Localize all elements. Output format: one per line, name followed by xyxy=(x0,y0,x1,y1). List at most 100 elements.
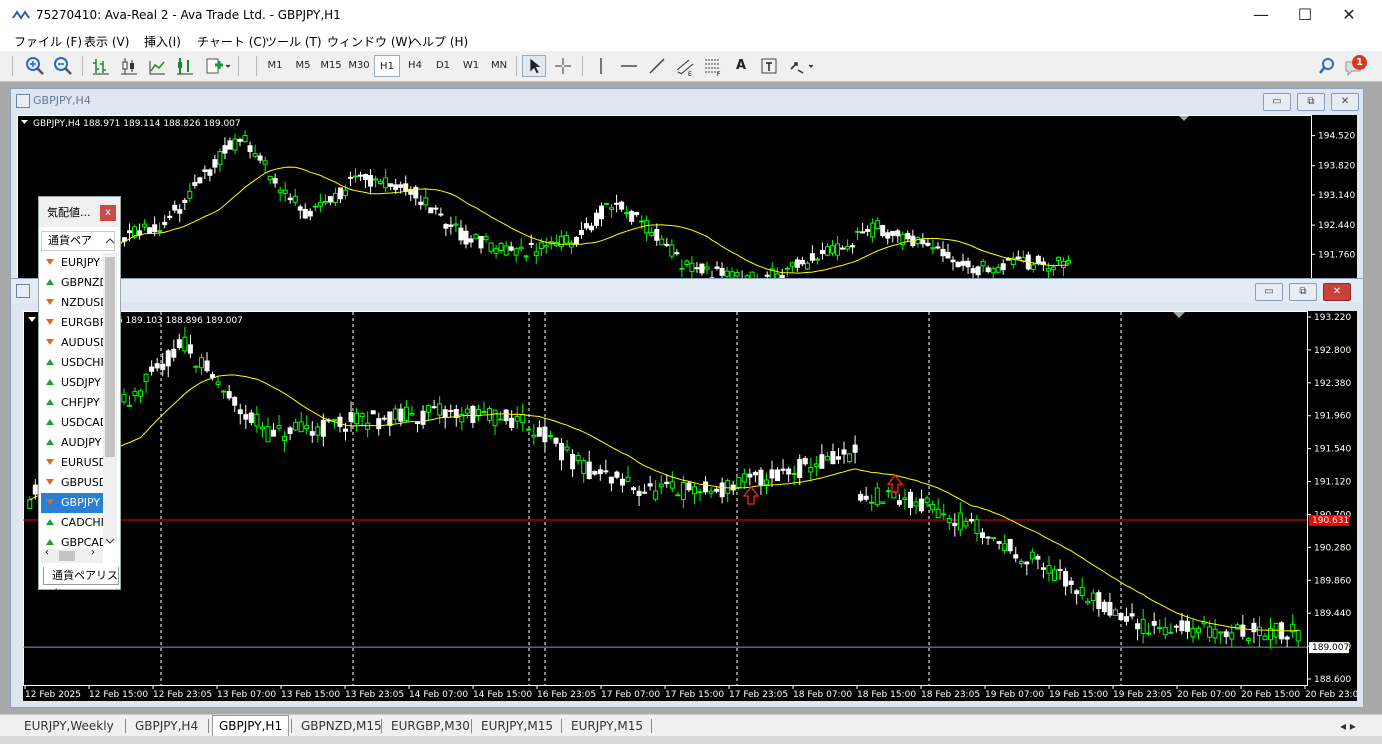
chart-tab[interactable]: EURJPY,M15 xyxy=(475,717,559,735)
chart-restore-button[interactable]: ⧉ xyxy=(1297,93,1325,111)
tab-scroll-buttons[interactable]: ◂ ▸ xyxy=(1334,717,1362,735)
candle-body xyxy=(1085,600,1091,604)
bar-chart-icon[interactable] xyxy=(90,55,112,77)
chart-tab[interactable]: GBPJPY,H1 xyxy=(212,715,290,737)
time-tick-label: 16 Feb 23:05 xyxy=(537,690,596,700)
candle-body xyxy=(370,410,376,415)
vertical-scrollbar[interactable] xyxy=(103,253,117,543)
chart-close-button[interactable]: ✕ xyxy=(1323,283,1351,301)
chart-restore-button[interactable]: ⧉ xyxy=(1289,283,1317,301)
timeframe-mn[interactable]: MN xyxy=(486,55,512,77)
timeframe-w1[interactable]: W1 xyxy=(458,55,484,77)
candle-body xyxy=(478,236,484,249)
arrows-menu-icon[interactable] xyxy=(786,55,818,77)
time-tick-label: 19 Feb 15:00 xyxy=(1049,690,1108,700)
menu-file[interactable]: ファイル (F) xyxy=(14,33,82,50)
chart-plot-h1[interactable]: GBPJPY,H1 188.96 189.103 188.896 189.007… xyxy=(23,311,1364,701)
menu-view[interactable]: 表示 (V) xyxy=(84,33,129,50)
trendline-icon[interactable] xyxy=(646,55,668,77)
timeframe-m15[interactable]: M15 xyxy=(318,55,344,77)
symbol-row[interactable]: NZDUSD xyxy=(41,293,103,313)
chart-tab[interactable]: EURGBP,M30 xyxy=(385,717,476,735)
menu-window[interactable]: ウィンドウ (W) xyxy=(327,33,412,50)
chart-window-h4[interactable]: GBPJPY,H4 ▭ ⧉ ✕ GBPJPY,H4 188.971 189.11… xyxy=(10,88,1364,292)
symbol-row[interactable]: EURGBP xyxy=(41,313,103,333)
sort-up-icon[interactable] xyxy=(103,235,117,247)
menu-insert[interactable]: 挿入(I) xyxy=(144,33,181,50)
scroll-right-icon[interactable]: › xyxy=(91,547,95,558)
candle-body xyxy=(758,469,764,486)
chart-close-button[interactable]: ✕ xyxy=(1331,93,1359,111)
chart-tab[interactable]: GBPJPY,H4 xyxy=(129,717,204,735)
zoom-in-icon[interactable] xyxy=(24,55,46,77)
line-chart-icon[interactable] xyxy=(146,55,168,77)
maximize-button[interactable]: ☐ xyxy=(1282,0,1328,30)
text-label-icon[interactable] xyxy=(758,55,780,77)
timeframe-h4[interactable]: H4 xyxy=(402,55,428,77)
candle-body xyxy=(498,418,504,421)
tab-symbols-list[interactable]: 通貨ペアリスト xyxy=(43,567,119,600)
close-button[interactable]: ✕ xyxy=(1326,0,1372,30)
symbol-row[interactable]: USDCHF xyxy=(41,353,103,373)
timeframe-h1[interactable]: H1 xyxy=(374,55,400,77)
symbol-row[interactable]: EURJPY xyxy=(41,253,103,273)
minimize-button[interactable]: — xyxy=(1238,0,1284,30)
symbol-row[interactable]: GBPJPY xyxy=(41,493,103,513)
horizontal-scrollbar[interactable]: ‹ › xyxy=(41,547,103,563)
chart-tab[interactable]: GBPNZD,M15 xyxy=(295,717,388,735)
zoom-out-icon[interactable] xyxy=(52,55,74,77)
symbol-row[interactable]: EURUSD xyxy=(41,453,103,473)
menu-chart[interactable]: チャート (C) xyxy=(197,33,266,50)
bid-price-label: 189.007 xyxy=(1312,643,1349,653)
symbol-row[interactable]: CADCHF xyxy=(41,513,103,533)
candlestick-icon[interactable] xyxy=(118,55,140,77)
time-tick-label: 17 Feb 23:05 xyxy=(729,690,788,700)
chart-minimize-button[interactable]: ▭ xyxy=(1263,93,1291,111)
symbol-row[interactable]: GBPUSD xyxy=(41,473,103,493)
scroll-down-icon[interactable] xyxy=(103,535,117,547)
horizontal-line-icon[interactable] xyxy=(618,55,640,77)
templates-icon[interactable] xyxy=(204,55,232,77)
fibonacci-icon[interactable]: F xyxy=(702,55,724,77)
chart-minimize-button[interactable]: ▭ xyxy=(1255,283,1283,301)
vertical-line-icon[interactable] xyxy=(590,55,612,77)
symbol-row[interactable]: AUDJPY xyxy=(41,433,103,453)
chart-tab[interactable]: EURJPY,M15 xyxy=(565,717,649,735)
symbol-row[interactable]: USDJPY xyxy=(41,373,103,393)
timeframe-m1[interactable]: M1 xyxy=(262,55,288,77)
text-tool-button[interactable]: A xyxy=(730,55,752,77)
symbol-row[interactable]: CHFJPY xyxy=(41,393,103,413)
candle-body xyxy=(850,245,856,248)
chart-tab[interactable]: EURJPY,Weekly xyxy=(18,717,120,735)
scrollbar-thumb[interactable] xyxy=(59,551,75,561)
candle-body xyxy=(542,426,548,443)
candle-body xyxy=(359,413,365,417)
candle-body xyxy=(243,414,249,420)
crosshair-icon[interactable] xyxy=(552,55,574,77)
price-chart-h4[interactable]: GBPJPY,H4 188.971 189.114 188.826 189.00… xyxy=(17,115,1357,292)
menu-help[interactable]: ヘルプ (H) xyxy=(410,33,468,50)
menu-bar: ファイル (F) 表示 (V) 挿入(I) チャート (C) ツール (T) ウ… xyxy=(0,30,1382,51)
price-chart-h1[interactable]: GBPJPY,H1 188.96 189.103 188.896 189.007… xyxy=(23,311,1364,701)
timeframe-m5[interactable]: M5 xyxy=(290,55,316,77)
chart-plot-h4[interactable]: GBPJPY,H4 188.971 189.114 188.826 189.00… xyxy=(17,115,1357,292)
candle-body xyxy=(547,435,553,438)
scroll-left-icon[interactable]: ‹ xyxy=(45,547,49,558)
symbol-row[interactable]: USDCAD xyxy=(41,413,103,433)
candle-body xyxy=(1295,629,1301,642)
scrollbar-thumb[interactable] xyxy=(105,257,115,457)
notifications-button[interactable]: 1 xyxy=(1344,55,1370,77)
timeframe-d1[interactable]: D1 xyxy=(430,55,456,77)
chart-window-h1[interactable]: ▭ ⧉ ✕ GBPJPY,H1 188.96 189.103 188.896 1… xyxy=(10,278,1364,708)
market-watch-close-button[interactable]: x xyxy=(100,205,116,221)
menu-tools[interactable]: ツール (T) xyxy=(265,33,322,50)
search-icon[interactable] xyxy=(1316,55,1338,77)
symbol-row[interactable]: GBPNZD xyxy=(41,273,103,293)
candle-body xyxy=(1029,551,1035,560)
symbol-name: GBPUSD xyxy=(61,476,103,489)
cursor-icon[interactable] xyxy=(522,55,546,77)
channel-icon[interactable]: E xyxy=(674,55,696,77)
auto-scroll-icon[interactable] xyxy=(174,55,196,77)
timeframe-m30[interactable]: M30 xyxy=(346,55,372,77)
symbol-row[interactable]: AUDUSD xyxy=(41,333,103,353)
